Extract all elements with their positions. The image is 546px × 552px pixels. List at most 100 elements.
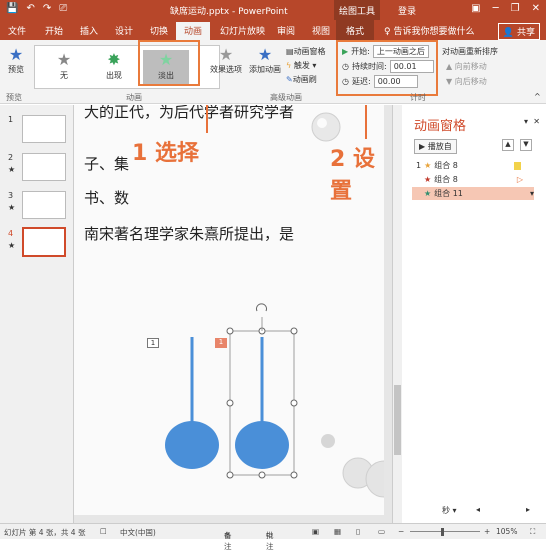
- move-earlier-button[interactable]: ▲ 向前移动: [446, 61, 487, 72]
- zoom-slider-thumb[interactable]: [441, 528, 444, 536]
- water-drop-decoration: [321, 434, 335, 448]
- slide-number: 1: [8, 115, 14, 124]
- slide-thumbnail-3[interactable]: [22, 191, 66, 219]
- down-arrow-icon: ▼: [446, 77, 453, 86]
- close-icon[interactable]: ✕: [532, 3, 540, 14]
- tab-format[interactable]: 格式: [336, 20, 375, 40]
- item-dropdown-icon[interactable]: ▾: [530, 189, 534, 198]
- group-label-timing: 计时: [410, 93, 426, 102]
- collapse-ribbon-icon[interactable]: ^: [534, 92, 541, 101]
- start-from-beginning-icon[interactable]: ⎚: [59, 3, 67, 14]
- gallery-item-none[interactable]: ★ 无: [41, 50, 87, 86]
- quick-access-toolbar: 💾 ↶ ↷ ⎚: [6, 3, 67, 14]
- share-button[interactable]: 👤 共享: [497, 23, 540, 40]
- move-down-button[interactable]: ▼: [520, 139, 532, 151]
- tab-view[interactable]: 视图: [312, 24, 330, 37]
- selection-handle: [226, 327, 234, 335]
- lightning-icon: ϟ: [286, 61, 292, 70]
- animation-painter-button[interactable]: ✎动画刷: [286, 74, 317, 85]
- slide-graphics: [165, 105, 384, 498]
- group-label-preview: 预览: [6, 93, 22, 102]
- slide-canvas: 大的正代，为后代学者研究学者 子、集 书、数 南宋著名理学家朱熹所提出，是 1 …: [74, 105, 392, 523]
- pane-menu-icon[interactable]: ▾: [524, 117, 528, 126]
- pane-close-icon[interactable]: ✕: [533, 117, 540, 126]
- tab-file[interactable]: 文件: [8, 24, 26, 37]
- slide-info: 幻灯片 第 4 张，共 4 张: [4, 528, 86, 537]
- group-label-animation: 动画: [126, 93, 142, 102]
- tab-home[interactable]: 开始: [45, 24, 63, 37]
- rotate-handle-icon: [256, 303, 267, 312]
- timeline-right-icon[interactable]: ▸: [526, 505, 530, 514]
- up-arrow-icon: ▲: [446, 62, 453, 71]
- slide-thumbnail-2[interactable]: [22, 153, 66, 181]
- restore-icon[interactable]: ❐: [511, 3, 520, 14]
- save-icon[interactable]: 💾: [6, 3, 18, 14]
- tab-design[interactable]: 设计: [115, 24, 133, 37]
- ribbon-tabs: 文件 开始 插入 设计 切换 动画 幻灯片放映 审阅 视图 格式 ♀ 告诉我你想…: [0, 20, 546, 40]
- move-later-button[interactable]: ▼ 向后移动: [446, 76, 487, 87]
- spellcheck-icon[interactable]: ☐: [100, 527, 107, 536]
- animation-list-item-selected[interactable]: ★ 组合 11 ▾: [412, 187, 534, 200]
- vertical-scrollbar[interactable]: [392, 105, 402, 523]
- preview-star-icon: ★: [8, 45, 24, 64]
- animation-marker-icon: ★: [8, 165, 16, 174]
- slide[interactable]: 大的正代，为后代学者研究学者 子、集 书、数 南宋著名理学家朱熹所提出，是 1 …: [74, 105, 384, 515]
- slide-thumbnail-4[interactable]: [22, 227, 66, 257]
- pendulum-ball: [165, 421, 219, 469]
- zoom-slider[interactable]: [410, 531, 480, 532]
- tab-animations[interactable]: 动画: [176, 22, 211, 40]
- slide-sorter-icon[interactable]: ▦: [334, 527, 341, 536]
- effect-options-button[interactable]: ★ 效果选项: [208, 46, 244, 75]
- entrance-star-icon: ★: [424, 161, 432, 170]
- animation-tag-2[interactable]: 1: [215, 338, 227, 348]
- ribbon-display-icon[interactable]: ▣: [471, 3, 480, 14]
- preview-button[interactable]: ★ 预览: [4, 46, 28, 75]
- add-animation-button[interactable]: ★ 添加动画: [248, 46, 282, 75]
- minimize-icon[interactable]: ─: [493, 3, 499, 14]
- undo-icon[interactable]: ↶: [26, 3, 34, 14]
- selection-handle: [226, 399, 234, 407]
- scrollbar-thumb[interactable]: [394, 385, 401, 455]
- redo-icon[interactable]: ↷: [43, 3, 51, 14]
- timeline-left-icon[interactable]: ◂: [476, 505, 480, 514]
- water-drop-highlight: [317, 118, 327, 128]
- reorder-title: 对动画重新排序: [442, 47, 498, 56]
- animation-list-item[interactable]: 1 ★ 组合 8: [412, 159, 534, 172]
- login-link[interactable]: 登录: [398, 4, 416, 17]
- status-bar: 幻灯片 第 4 张，共 4 张 ☐ 中文(中国) ≡ 备注 ▭ 批注 ▣ ▦ ▯…: [0, 523, 546, 551]
- tab-insert[interactable]: 插入: [80, 24, 98, 37]
- move-up-button[interactable]: ▲: [502, 139, 514, 151]
- normal-view-icon[interactable]: ▣: [312, 527, 319, 536]
- tab-review[interactable]: 审阅: [277, 24, 295, 37]
- slideshow-view-icon[interactable]: ▭: [378, 527, 385, 536]
- pendulum-ball: [235, 421, 289, 469]
- reading-view-icon[interactable]: ▯: [356, 527, 360, 536]
- zoom-out-icon[interactable]: −: [398, 527, 404, 536]
- tab-transitions[interactable]: 切换: [150, 24, 168, 37]
- zoom-in-icon[interactable]: +: [484, 527, 490, 536]
- zoom-level[interactable]: 105%: [496, 527, 517, 536]
- animation-list-item[interactable]: ★ 组合 8 ▷: [412, 173, 534, 186]
- slide-thumbnail-1[interactable]: [22, 115, 66, 143]
- timing-triangle-icon: ▷: [516, 175, 523, 184]
- animation-pane-button[interactable]: ▤动画窗格: [286, 46, 326, 57]
- animation-pane: 动画窗格 ▾ ✕ ▶ 播放自 ▲ ▼ 1 ★ 组合 8 ★ 组合 8 ▷ ★ 组…: [402, 105, 546, 523]
- seconds-dropdown[interactable]: 秒 ▾: [442, 505, 457, 516]
- context-tab-group-label: 绘图工具: [334, 0, 380, 20]
- selection-handle: [258, 471, 266, 479]
- trigger-button[interactable]: ϟ 触发 ▾: [286, 60, 316, 71]
- pane-icon: ▤: [286, 47, 294, 56]
- fit-to-window-icon[interactable]: ⛶: [530, 527, 535, 537]
- star-gray-icon: ★: [56, 50, 72, 69]
- language-indicator[interactable]: 中文(中国): [120, 527, 156, 538]
- tell-me-box[interactable]: ♀ 告诉我你想要做什么: [384, 24, 474, 37]
- effect-options-icon: ★: [218, 45, 234, 64]
- animation-tag-1[interactable]: 1: [147, 338, 159, 348]
- person-icon: 👤: [502, 28, 515, 38]
- title-bar: 💾 ↶ ↷ ⎚ 缺席运动.pptx - PowerPoint 绘图工具 登录 ▣…: [0, 0, 546, 20]
- document-title: 缺席运动.pptx - PowerPoint: [170, 7, 288, 17]
- tab-slideshow[interactable]: 幻灯片放映: [220, 24, 265, 37]
- play-from-button[interactable]: ▶ 播放自: [414, 139, 457, 154]
- gallery-item-appear[interactable]: ✸ 出现: [91, 50, 137, 86]
- star-burst-icon: ✸: [107, 50, 121, 69]
